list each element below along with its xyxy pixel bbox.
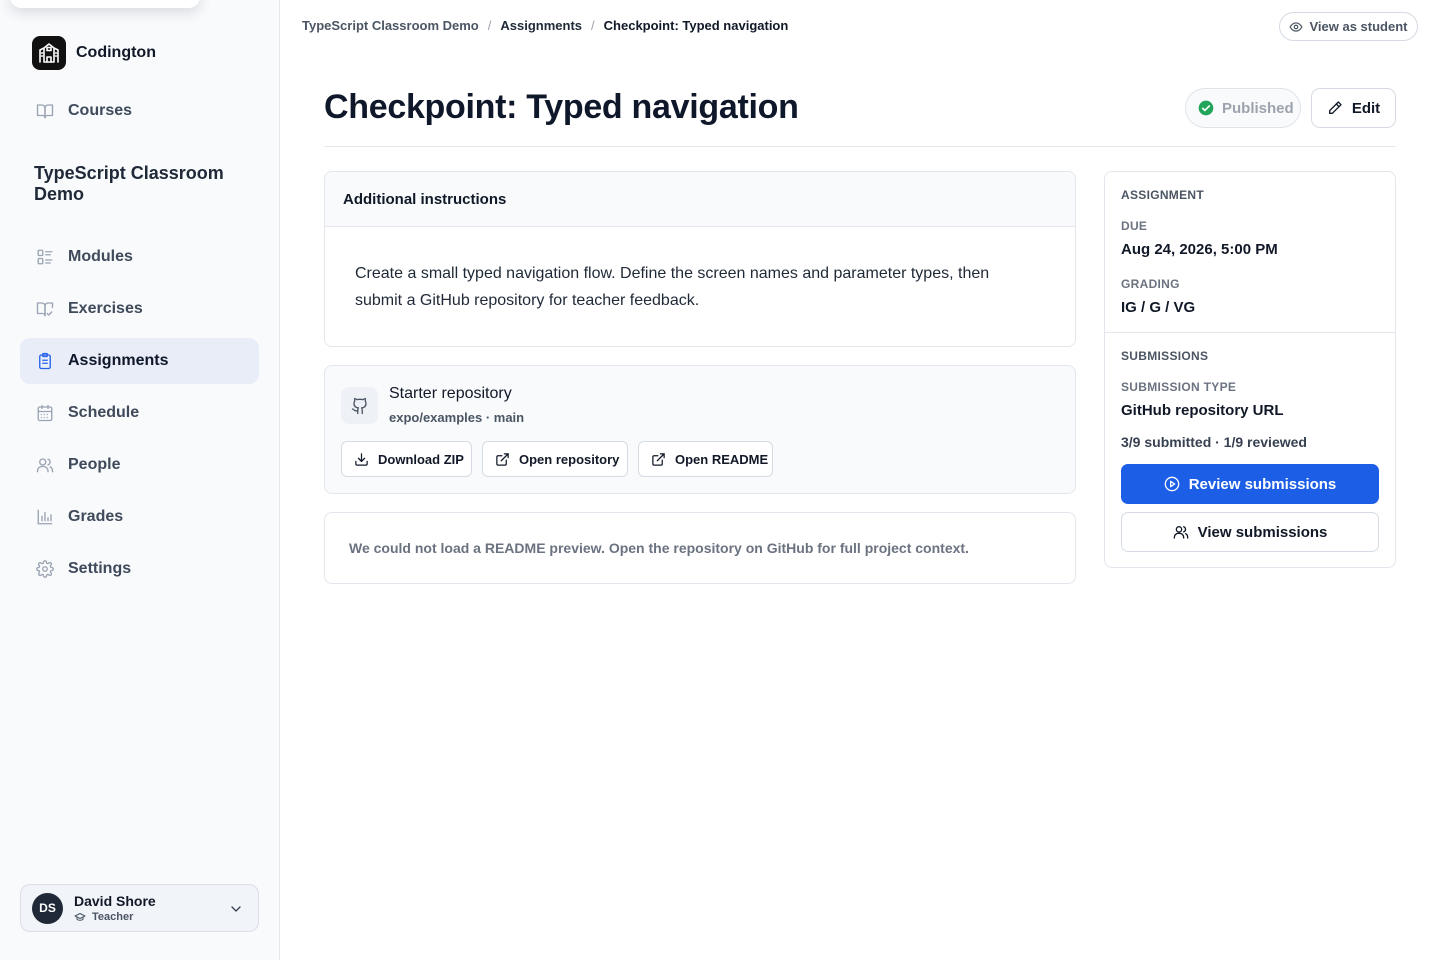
instructions-body: Create a small typed navigation flow. De… [355, 265, 990, 309]
course-title: TypeScript Classroom Demo [34, 163, 224, 204]
open-repository-button[interactable]: Open repository [482, 441, 628, 477]
sidebar-item-label: Exercises [68, 300, 143, 317]
download-icon [355, 452, 368, 466]
play-circle-icon [1164, 476, 1180, 492]
brand[interactable]: Codington [32, 36, 156, 70]
pencil-icon [1328, 101, 1342, 114]
check-circle-icon [1198, 100, 1214, 116]
instructions-heading: Additional instructions [325, 172, 1075, 227]
sidebar-item-assignments[interactable]: Assignments [20, 338, 259, 384]
nav-courses[interactable]: Courses [20, 88, 259, 134]
sidebar-item-modules[interactable]: Modules [20, 234, 259, 280]
starter-repository-name: expo/examples · main [389, 410, 525, 425]
review-submissions-button[interactable]: Review submissions [1121, 464, 1379, 504]
edit-button[interactable]: Edit [1311, 88, 1396, 128]
user-name: David Shore [74, 893, 156, 909]
page-title: Checkpoint: Typed navigation [324, 88, 799, 126]
open-readme-label: Open README [675, 451, 769, 467]
divider [324, 146, 1396, 147]
list-icon [37, 249, 53, 265]
divider [1105, 332, 1395, 333]
external-link-icon [496, 452, 509, 466]
user-menu[interactable]: DS David Shore Teacher [20, 884, 259, 932]
sidebar-item-settings[interactable]: Settings [20, 546, 259, 592]
sidebar: Codington Courses TypeScript Classroom D… [0, 0, 280, 960]
sidebar-item-label: People [68, 456, 121, 473]
breadcrumb-course[interactable]: TypeScript Classroom Demo [302, 18, 479, 33]
users-icon [1173, 526, 1188, 539]
eye-icon [1290, 21, 1303, 32]
sidebar-item-grades[interactable]: Grades [20, 494, 259, 540]
graduation-cap-icon [74, 913, 86, 921]
book-open-icon [36, 104, 54, 119]
status-label: Published [1222, 99, 1294, 117]
open-repository-label: Open repository [519, 451, 620, 467]
nav-courses-label: Courses [68, 102, 133, 119]
user-role-label: Teacher [92, 911, 134, 923]
gear-icon [36, 560, 54, 578]
breadcrumb-separator: / [591, 18, 595, 33]
edit-label: Edit [1351, 99, 1381, 117]
review-submissions-label: Review submissions [1188, 475, 1337, 493]
breadcrumb-separator: / [487, 18, 492, 33]
readme-preview-card: We could not load a README preview. Open… [324, 512, 1076, 584]
breadcrumb-assignments[interactable]: Assignments [500, 18, 582, 33]
avatar: DS [32, 892, 63, 924]
calendar-icon [37, 404, 53, 422]
grading-label: GRADING [1121, 277, 1180, 291]
starter-repository-title: Starter repository [389, 385, 512, 402]
app-name: Codington [76, 44, 156, 61]
school-logo-icon [32, 36, 66, 70]
submission-type-value: GitHub repository URL [1121, 402, 1284, 419]
book-check-icon [36, 302, 54, 317]
view-as-student-label: View as student [1309, 19, 1408, 34]
submissions-heading: SUBMISSIONS [1121, 349, 1209, 363]
github-icon [341, 387, 378, 424]
assignment-heading: ASSIGNMENT [1121, 188, 1205, 202]
external-link-icon [652, 452, 665, 466]
users-icon [36, 458, 54, 473]
sidebar-item-label: Assignments [68, 352, 169, 369]
breadcrumb: TypeScript Classroom Demo / Assignments … [302, 18, 788, 33]
starter-repository-card: Starter repository expo/examples · main … [324, 365, 1076, 494]
chevron-down-icon [231, 906, 241, 912]
user-role: Teacher [74, 911, 156, 923]
assignment-details-panel: ASSIGNMENT DUE Aug 24, 2026, 5:00 PM GRA… [1104, 171, 1396, 568]
sidebar-item-label: Grades [68, 508, 124, 525]
instructions-card: Additional instructions Create a small t… [324, 171, 1076, 347]
sidebar-item-schedule[interactable]: Schedule [20, 390, 259, 436]
sidebar-item-exercises[interactable]: Exercises [20, 286, 259, 332]
readme-notice: We could not load a README preview. Open… [349, 540, 969, 556]
due-value: Aug 24, 2026, 5:00 PM [1121, 241, 1278, 258]
view-submissions-button[interactable]: View submissions [1121, 512, 1379, 552]
due-label: DUE [1121, 219, 1148, 233]
sidebar-item-label: Settings [68, 560, 132, 577]
breadcrumb-current: Checkpoint: Typed navigation [603, 18, 789, 33]
download-zip-button[interactable]: Download ZIP [341, 441, 472, 477]
submission-type-label: SUBMISSION TYPE [1121, 380, 1237, 394]
bar-chart-icon [37, 509, 53, 525]
status-badge: Published [1185, 88, 1301, 128]
sidebar-item-label: Modules [68, 248, 133, 265]
clipboard-icon [39, 352, 51, 370]
grading-value: IG / G / VG [1121, 299, 1196, 316]
view-as-student-button[interactable]: View as student [1279, 12, 1418, 41]
top-overlay [10, 0, 200, 8]
open-readme-button[interactable]: Open README [638, 441, 773, 477]
sidebar-item-people[interactable]: People [20, 442, 259, 488]
download-zip-label: Download ZIP [378, 451, 464, 467]
sidebar-item-label: Schedule [68, 404, 140, 421]
submission-counts: 3/9 submitted · 1/9 reviewed [1121, 434, 1307, 450]
view-submissions-label: View submissions [1197, 523, 1328, 541]
